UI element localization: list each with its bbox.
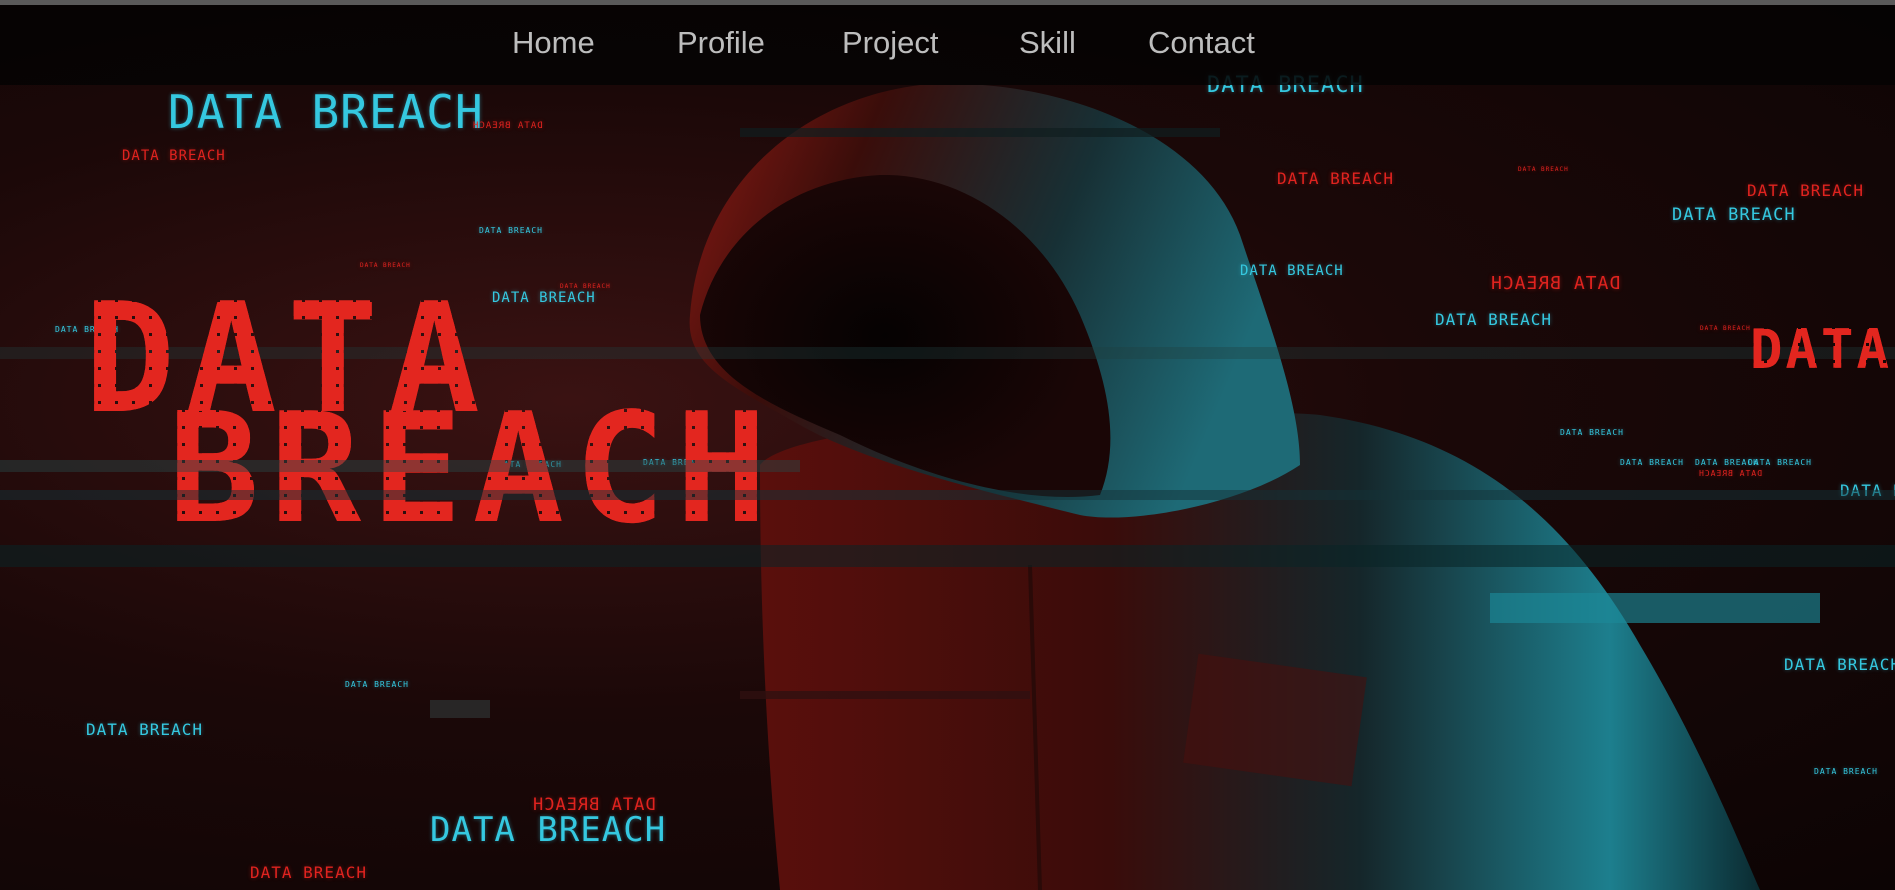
page: Home Profile Project Skill Contact DATA … bbox=[0, 0, 1895, 890]
hero-label: DATA BREACH bbox=[492, 290, 596, 306]
hero-label: DATA BREACH bbox=[1435, 310, 1552, 329]
hero-label: DATA BREACH bbox=[1748, 458, 1812, 467]
hero-label: DATA BREACH bbox=[532, 795, 656, 815]
hero-label: DATA BREACH bbox=[345, 680, 409, 689]
navbar: Home Profile Project Skill Contact bbox=[0, 5, 1895, 85]
hero-image: DATA BREACH DATA BREACH DATA BREACH DATA… bbox=[0, 73, 1895, 890]
glitch-bar bbox=[0, 460, 800, 472]
hero-label: DATA BREACH bbox=[430, 810, 667, 850]
hero-label: DATA BREACH bbox=[1560, 428, 1624, 437]
hero-label: DATA BREACH bbox=[1620, 458, 1684, 467]
glitch-bar bbox=[0, 490, 1895, 500]
nav-link-project[interactable]: Project bbox=[842, 25, 938, 61]
hero-label: DATA BREACH bbox=[1518, 166, 1569, 173]
nav-link-profile[interactable]: Profile bbox=[677, 25, 765, 61]
hero-label: DATA BREACH bbox=[86, 720, 203, 739]
nav-link-home[interactable]: Home bbox=[512, 25, 595, 61]
hero-label: DATA BREACH bbox=[479, 226, 543, 235]
hero-label: DATA BREACH bbox=[1700, 325, 1751, 332]
hero-label: DATA BREACH bbox=[1490, 273, 1621, 294]
hero-label: DATA BREACH bbox=[1747, 181, 1864, 200]
hero-label: DATA BREACH bbox=[168, 85, 484, 139]
hero-label: DATA BREACH bbox=[472, 121, 543, 131]
hero-label: DATA BREACH bbox=[360, 262, 411, 269]
hero-label: DATA BREACH bbox=[1784, 655, 1895, 674]
nav-link-skill[interactable]: Skill bbox=[1019, 25, 1076, 61]
hero-label: DATA BREACH bbox=[1277, 169, 1394, 188]
hero-label: DATA BREACH bbox=[560, 283, 611, 290]
hero-label: DATA BREACH bbox=[250, 863, 367, 882]
hero-headline-right: DATA bbox=[1750, 318, 1893, 381]
nav-link-contact[interactable]: Contact bbox=[1148, 25, 1255, 61]
hero-label: DATA BREACH bbox=[1698, 469, 1762, 478]
hero-label: DATA BREACH bbox=[1240, 263, 1344, 279]
hero-label: DATA BREACH bbox=[122, 148, 226, 164]
hero-label: DATA BREACH bbox=[1672, 205, 1796, 225]
hero-label: DATA BREACH bbox=[1814, 767, 1878, 776]
